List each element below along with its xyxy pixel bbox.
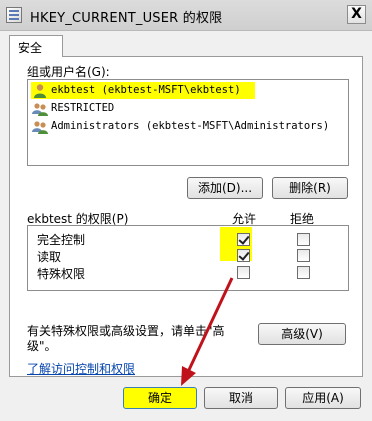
allow-read-checkbox[interactable] [237,249,250,262]
user-name: RESTRICTED [51,102,115,114]
single-user-icon [34,84,46,98]
allow-special-checkbox[interactable] [237,266,250,279]
groups-label: 组或用户名(G): [27,65,110,79]
cancel-button[interactable]: 取消 [204,387,278,409]
deny-full-control-checkbox[interactable] [297,233,310,246]
allow-full-control-checkbox[interactable] [237,233,250,246]
title-bar: HKEY_CURRENT_USER 的权限 X [0,0,372,31]
remove-button[interactable]: 删除(R) [272,177,348,199]
user-group-icon [32,103,48,116]
permission-name: 读取 [37,250,62,264]
add-button[interactable]: 添加(D)... [187,177,263,199]
deny-special-checkbox[interactable] [297,266,310,279]
apply-button[interactable]: 应用(A) [285,387,361,409]
users-listbox[interactable]: ekbtest (ekbtest-MSFT\ekbtest) RESTRICTE… [27,79,349,166]
window-app-icon [6,7,22,23]
window-title: HKEY_CURRENT_USER 的权限 [30,11,223,26]
user-name: Administrators (ekbtest-MSFT\Administrat… [51,120,330,132]
tab-security[interactable]: 安全 [9,35,63,57]
permission-name: 特殊权限 [37,267,86,281]
user-group-icon [32,121,48,134]
advanced-hint-line1: 有关特殊权限或高级设置，请单击"高 [27,324,225,338]
close-button[interactable]: X [347,5,366,24]
learn-access-control-link[interactable]: 了解访问控制和权限 [27,360,135,377]
permission-name: 完全控制 [37,233,86,247]
advanced-button[interactable]: 高级(V) [258,323,346,345]
ok-button[interactable]: 确定 [123,387,197,409]
deny-read-checkbox[interactable] [297,249,310,262]
user-name: ekbtest (ekbtest-MSFT\ekbtest) [51,84,241,96]
list-item[interactable]: ekbtest (ekbtest-MSFT\ekbtest) [31,82,255,99]
advanced-hint-line2: 级"。 [27,339,57,353]
